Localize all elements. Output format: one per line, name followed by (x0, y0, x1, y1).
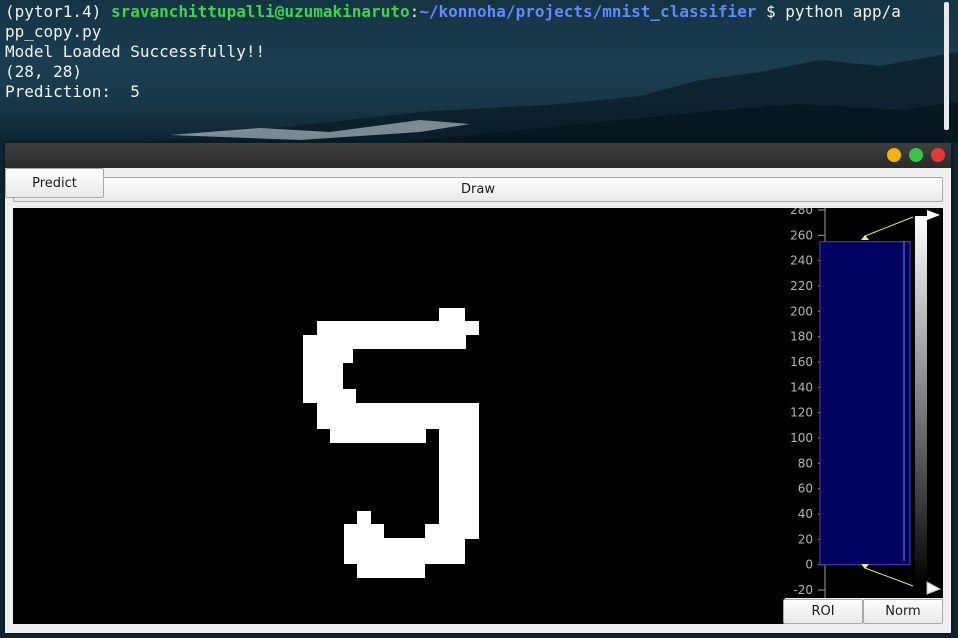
lut-max-handle[interactable] (927, 210, 940, 220)
terminal-scrollbar[interactable] (944, 2, 949, 130)
prompt-path: ~/konnoha/projects/mnist_classifier (419, 2, 757, 21)
drawn-digit (303, 308, 479, 578)
histogram-tick-label: -20 (793, 583, 813, 597)
minimize-icon[interactable] (887, 148, 901, 162)
norm-button[interactable]: Norm (863, 599, 943, 624)
histogram-tick-label: 260 (790, 228, 813, 242)
app-window: Draw Predict 280 260 240 220 200 180 160… (5, 143, 951, 633)
output-line-1: Model Loaded Successfully!! (5, 42, 266, 61)
maximize-icon[interactable] (909, 148, 923, 162)
prompt-command: $ python app/a (756, 2, 901, 21)
histogram-tick-label: 0 (805, 558, 813, 572)
level-bottom-handle[interactable] (861, 564, 869, 569)
output-line-3: Prediction: 5 (5, 82, 140, 101)
prompt-env: (pytor1.4) (5, 2, 102, 21)
prompt-user: sravanchittupalli@uzumakinaruto (110, 2, 410, 21)
histogram-tick-label: 80 (798, 456, 813, 470)
histogram-tick-label: 140 (790, 380, 813, 394)
terminal-window[interactable]: (pytor1.4) sravanchittupalli@uzumakinaru… (0, 0, 958, 142)
histogram-tick-label: 120 (790, 406, 813, 420)
output-line-2: (28, 28) (5, 62, 83, 81)
prompt-command-cont: pp_copy.py (5, 22, 102, 41)
level-region[interactable] (819, 241, 911, 566)
histogram-tick-label: 220 (790, 279, 813, 293)
lut-top-line (864, 216, 914, 237)
histogram-tick-label: 180 (790, 330, 813, 344)
histogram-tick-label: 240 (790, 254, 813, 268)
terminal-output: (pytor1.4) sravanchittupalli@uzumakinaru… (5, 2, 901, 102)
lut-bottom-line (864, 567, 914, 587)
roi-button[interactable]: ROI (783, 599, 863, 624)
predict-button[interactable]: Predict (5, 168, 104, 198)
histogram-tick-label: 20 (798, 532, 813, 546)
title-bar[interactable] (5, 143, 951, 168)
histogram-tick-label: 280 (790, 208, 813, 217)
histogram-tick-label: 100 (790, 431, 813, 445)
histogram-lut[interactable]: 280 260 240 220 200 180 160 140 120 100 80 60 40 20 0-… (785, 203, 943, 598)
prompt-sep: : (409, 2, 420, 21)
close-icon[interactable] (931, 148, 945, 162)
histogram-plot: 280260240220200180160140120100806040200-… (790, 203, 942, 598)
draw-button[interactable]: Draw (13, 177, 943, 202)
lut-gradient-bar (915, 216, 927, 586)
histogram-tick-label: 160 (790, 355, 813, 369)
level-top-handle[interactable] (861, 235, 869, 240)
histogram-tick-label: 60 (798, 482, 813, 496)
lut-min-handle[interactable] (926, 581, 942, 595)
histogram-tick-label: 200 (790, 304, 813, 318)
histogram-tick-label: 40 (798, 507, 813, 521)
drawing-canvas[interactable] (13, 208, 785, 624)
